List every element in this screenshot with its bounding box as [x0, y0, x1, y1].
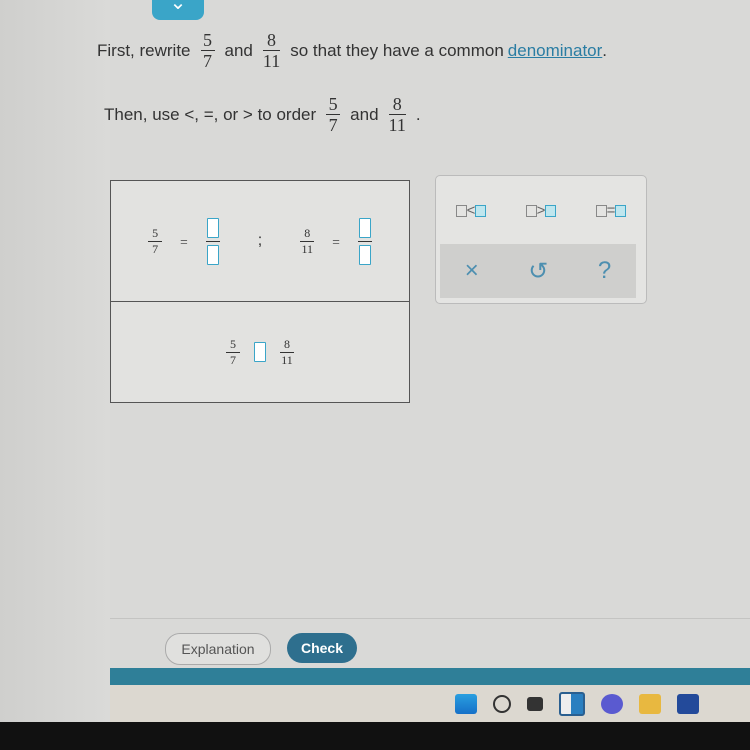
task-view-icon[interactable]: [527, 697, 543, 711]
fraction-8-11: 8 11: [262, 30, 281, 71]
denominator: 7: [203, 51, 212, 71]
help-icon[interactable]: ?: [598, 257, 611, 285]
equals-sign: =: [332, 233, 340, 249]
denominator: 7: [152, 241, 159, 256]
collapse-chevron-button[interactable]: ⌄: [152, 0, 204, 20]
label: =: [606, 202, 616, 219]
numerator: 5: [230, 336, 236, 351]
store-icon[interactable]: [677, 694, 699, 714]
footer-band: [110, 668, 750, 685]
search-icon[interactable]: [493, 695, 511, 713]
numerator: 8: [304, 225, 311, 240]
less-than-button[interactable]: <: [455, 202, 487, 219]
text: and: [350, 104, 379, 124]
numerator: 5: [203, 30, 212, 50]
text: Then, use <, =, or > to order: [104, 104, 317, 124]
equals-button[interactable]: =: [595, 202, 627, 219]
screen-bezel: [0, 0, 110, 722]
fraction-8-11: 8 11: [300, 225, 315, 257]
rewrite-row: 57 = ; 8 11 =: [111, 181, 409, 302]
chat-icon[interactable]: [601, 694, 623, 714]
text: .: [415, 104, 421, 124]
explanation-button[interactable]: Explanation: [165, 633, 271, 665]
denominator: 11: [388, 115, 406, 135]
text: First, rewrite: [97, 40, 191, 60]
keypad-panel: < > = × ↺ ?: [435, 175, 647, 304]
text: so that they have a common: [290, 40, 504, 60]
fraction-5-7: 57: [226, 337, 240, 368]
denominator-link[interactable]: denominator: [508, 41, 603, 61]
footer-bar: Explanation Check: [110, 618, 750, 669]
answer-fraction-2: [357, 217, 372, 265]
keypad-tools: × ↺ ?: [440, 244, 636, 298]
clear-icon[interactable]: ×: [465, 257, 479, 285]
numerator: 8: [392, 94, 402, 114]
denominator: 11: [301, 241, 313, 256]
compare-row: 57 8 11: [111, 302, 409, 402]
fraction-8-11: 8 11: [388, 94, 406, 135]
undo-icon[interactable]: ↺: [528, 257, 548, 286]
fraction-5-7: 57: [148, 225, 163, 257]
label: >: [536, 202, 546, 219]
denominator: 7: [230, 352, 236, 367]
greater-than-button[interactable]: >: [525, 202, 557, 219]
numerator-input[interactable]: [206, 217, 219, 238]
file-explorer-icon[interactable]: [639, 694, 661, 714]
chevron-down-icon: ⌄: [169, 0, 187, 14]
bezel-bottom: [0, 722, 750, 750]
fraction-5-7: 57: [200, 30, 215, 71]
denominator: 11: [262, 51, 281, 71]
separator: ;: [257, 232, 263, 249]
numerator: 8: [267, 30, 277, 50]
text: and: [224, 40, 253, 60]
equals-sign: =: [180, 233, 188, 249]
answer-area: 57 = ; 8 11 = 57 8 11: [110, 180, 410, 403]
denominator-input[interactable]: [358, 244, 371, 265]
instruction-line-1: First, rewrite 57 and 8 11 so that they h…: [97, 30, 607, 71]
denominator: 7: [328, 115, 338, 135]
answer-fraction-1: [205, 217, 220, 265]
numerator: 5: [152, 225, 159, 240]
instruction-line-2: Then, use <, =, or > to order 57 and 8 11…: [104, 94, 421, 135]
widgets-icon[interactable]: [559, 692, 585, 716]
denominator: 11: [281, 352, 293, 367]
denominator-input[interactable]: [206, 244, 219, 265]
check-button[interactable]: Check: [287, 633, 357, 663]
numerator: 5: [328, 94, 338, 114]
windows-start-icon[interactable]: [455, 694, 477, 714]
numerator-input[interactable]: [358, 217, 371, 238]
label: <: [466, 202, 476, 219]
taskbar: [110, 685, 750, 723]
comparison-input[interactable]: [254, 342, 266, 362]
fraction-8-11: 8 11: [280, 337, 294, 368]
text: .: [602, 40, 608, 60]
fraction-5-7: 57: [326, 94, 341, 135]
numerator: 8: [284, 336, 290, 351]
